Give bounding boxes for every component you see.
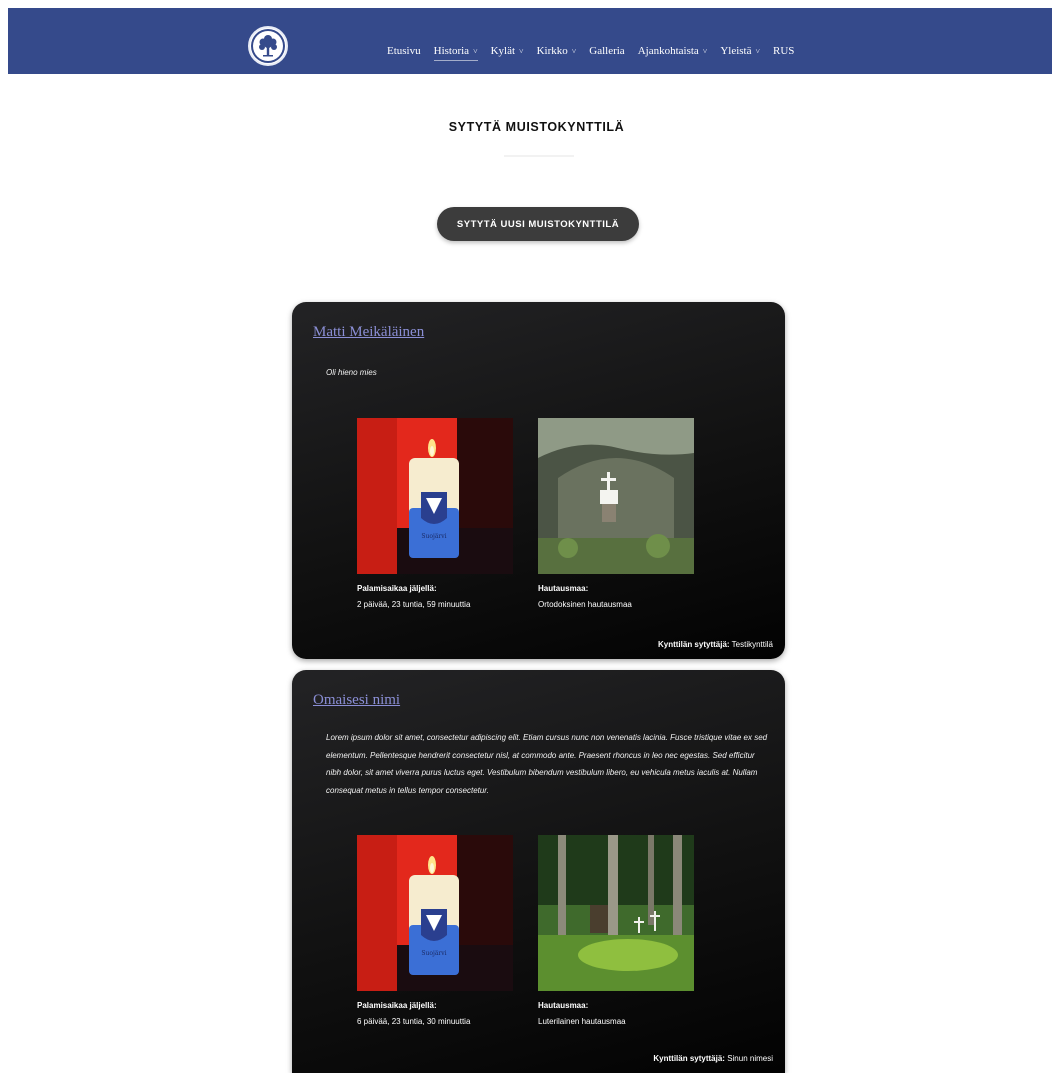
grave-photo [538, 835, 694, 991]
burn-time-value: 2 päivää, 23 tuntia, 59 minuuttia [357, 600, 471, 609]
candle-label-text: Suojärvi [421, 533, 446, 540]
nav-label: RUS [773, 45, 795, 57]
site-logo[interactable] [248, 26, 288, 66]
lighter-value: Testikynttilä [731, 640, 773, 649]
chevron-down-icon: ˅ [702, 46, 708, 56]
deceased-name-link[interactable]: Omaisesi nimi [313, 692, 400, 709]
cemetery-label: Hautausmaa: [538, 1001, 589, 1010]
nav-label: Etusivu [387, 45, 421, 57]
lighter-label: Kynttilän sytyttäjä: [657, 640, 730, 649]
deceased-name-link[interactable]: Matti Meikäläinen [313, 324, 424, 341]
nav-label: Kylät [490, 45, 516, 57]
chevron-down-icon: ˅ [571, 46, 577, 56]
title-divider [504, 155, 574, 157]
grave-photo [538, 418, 694, 574]
burn-time-block: Palamisaikaa jäljellä: 2 päivää, 23 tunt… [357, 581, 470, 613]
light-new-candle-button[interactable]: SYTYTÄ UUSI MUISTOKYNTTILÄ [437, 207, 639, 241]
candle-card: Omaisesi nimi Lorem ipsum dolor sit amet… [292, 670, 785, 1073]
chevron-down-icon: ˅ [473, 46, 478, 56]
candle-lighter: Kynttilän sytyttäjä: Sinun nimesi [653, 1054, 773, 1063]
candle-photo: Suojärvi [357, 418, 513, 574]
nav-kylat[interactable]: Kylät ˅ [491, 45, 524, 57]
candle-lighter: Kynttilän sytyttäjä: Testikynttilä [658, 640, 773, 649]
nav-label: Galleria [589, 45, 625, 57]
burn-time-label: Palamisaikaa jäljellä: [357, 584, 437, 593]
navbar: Etusivu Historia ˅ Kylät ˅ Kirkko ˅ Galleri… [8, 8, 1052, 74]
cemetery-value: Luterilainen hautausmaa [538, 1017, 626, 1026]
burn-time-block: Palamisaikaa jäljellä: 6 päivää, 23 tunt… [357, 998, 470, 1030]
nav-galleria[interactable]: Galleria [589, 45, 624, 57]
page-title: SYTYTÄ MUISTOKYNTTILÄ [448, 120, 625, 134]
nav-yleista[interactable]: Yleistä ˅ [720, 45, 760, 57]
nav-label: Ajankohtaista [637, 45, 699, 57]
memorial-message: Lorem ipsum dolor sit amet, consectetur … [326, 733, 768, 795]
cemetery-value: Ortodoksinen hautausmaa [538, 600, 632, 609]
lighter-label: Kynttilän sytyttäjä: [653, 1054, 725, 1063]
nav-label: Historia [433, 45, 470, 57]
tree-logo-icon [251, 29, 285, 63]
candle-photo: Suojärvi [357, 835, 513, 991]
chevron-down-icon: ˅ [755, 46, 760, 56]
nav-ajankohtaista[interactable]: Ajankohtaista ˅ [638, 45, 708, 57]
nav-rus[interactable]: RUS [773, 45, 794, 57]
burn-time-value: 6 päivää, 23 tuntia, 30 minuuttia [357, 1017, 471, 1026]
memorial-message: Oli hieno mies [326, 368, 377, 377]
nav-label: Kirkko [536, 45, 568, 57]
candle-card: Matti Meikäläinen Oli hieno mies Suojärv… [292, 302, 785, 659]
chevron-down-icon: ˅ [519, 46, 524, 56]
nav-label: Yleistä [720, 45, 752, 57]
nav-kirkko[interactable]: Kirkko ˅ [537, 45, 577, 57]
lighter-value: Sinun nimesi [727, 1054, 773, 1063]
main-menu: Etusivu Historia ˅ Kylät ˅ Kirkko ˅ Galleri… [387, 45, 807, 61]
nav-etusivu[interactable]: Etusivu [387, 45, 421, 57]
burn-time-label: Palamisaikaa jäljellä: [357, 1001, 437, 1010]
cemetery-label: Hautausmaa: [538, 584, 589, 593]
cemetery-block: Hautausmaa: Luterilainen hautausmaa [538, 998, 626, 1030]
nav-historia[interactable]: Historia ˅ [433, 45, 478, 61]
cemetery-block: Hautausmaa: Ortodoksinen hautausmaa [538, 581, 632, 613]
candle-label-text: Suojärvi [421, 950, 446, 957]
